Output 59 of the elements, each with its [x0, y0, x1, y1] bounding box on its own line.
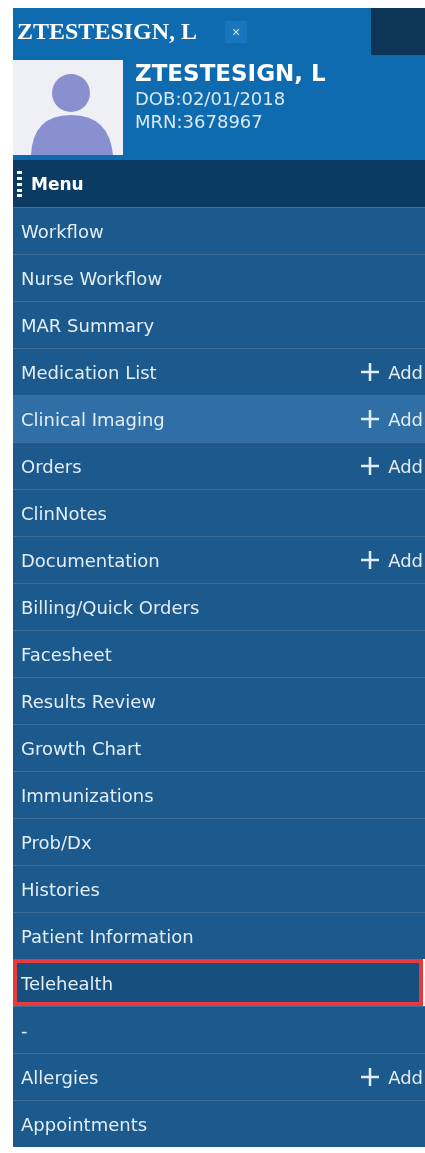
menu-item[interactable]: Orders Add	[13, 442, 425, 489]
plus-icon	[360, 550, 381, 570]
menu-item-label: Nurse Workflow	[21, 267, 163, 289]
menu-item-label: Documentation	[21, 549, 160, 571]
menu-item-label: Prob/Dx	[21, 831, 92, 853]
add-button[interactable]: Add	[360, 408, 425, 430]
patient-mrn: MRN:3678967	[135, 110, 264, 133]
add-button[interactable]: Add	[360, 361, 425, 383]
plus-icon	[360, 456, 381, 476]
avatar-icon	[13, 60, 123, 155]
menu-item-label: Results Review	[21, 690, 156, 712]
patient-dob: DOB:02/01/2018	[135, 87, 287, 110]
menu-item[interactable]: Nurse Workflow	[13, 254, 425, 301]
menu-item-label: Orders	[21, 455, 82, 477]
menu-item-label: Histories	[21, 878, 100, 900]
add-button[interactable]: Add	[360, 549, 425, 571]
plus-icon	[360, 409, 381, 429]
menu-item-label: -	[21, 1019, 28, 1041]
menu-item[interactable]: Appointments	[13, 1100, 425, 1147]
menu-item[interactable]: Prob/Dx	[13, 818, 425, 865]
patient-name: ZTESTESIGN, L	[135, 59, 326, 87]
menu-item-label: Telehealth	[21, 972, 114, 994]
tab-title: ZTESTESIGN, L	[17, 18, 198, 45]
grip-icon	[17, 170, 23, 197]
menu-item[interactable]: ClinNotes	[13, 489, 425, 536]
add-button[interactable]: Add	[360, 455, 425, 477]
menu-item[interactable]: Histories	[13, 865, 425, 912]
menu-item[interactable]: Immunizations	[13, 771, 425, 818]
menu-title: Menu	[31, 173, 84, 194]
menu-item[interactable]: Growth Chart	[13, 724, 425, 771]
menu-item-label: Patient Information	[21, 925, 194, 947]
menu-item[interactable]: Clinical Imaging Add	[13, 395, 425, 442]
menu-item-label: Medication List	[21, 361, 157, 383]
menu-item[interactable]: Workflow	[13, 207, 425, 254]
menu-item-label: Workflow	[21, 220, 104, 242]
add-button[interactable]: Add	[360, 1066, 425, 1088]
menu-item-label: Growth Chart	[21, 737, 142, 759]
close-button[interactable]: ×	[225, 20, 248, 43]
menu-item[interactable]: Billing/Quick Orders	[13, 583, 425, 630]
menu-item[interactable]: -	[13, 1006, 425, 1053]
plus-icon	[360, 362, 381, 382]
menu-item-label: ClinNotes	[21, 502, 107, 524]
menu-item[interactable]: Results Review	[13, 677, 425, 724]
patient-tab[interactable]: ZTESTESIGN, L ×	[13, 8, 371, 55]
plus-icon	[360, 1067, 381, 1087]
menu-item[interactable]: Telehealth	[13, 959, 423, 1006]
menu-item[interactable]: Documentation Add	[13, 536, 425, 583]
menu-item-label: Facesheet	[21, 643, 112, 665]
menu-item-label: Appointments	[21, 1113, 148, 1135]
menu-item[interactable]: Allergies Add	[13, 1053, 425, 1100]
menu-item-label: Clinical Imaging	[21, 408, 165, 430]
menu-item-label: Immunizations	[21, 784, 154, 806]
menu-item[interactable]: Facesheet	[13, 630, 425, 677]
menu-item-label: Allergies	[21, 1066, 99, 1088]
menu-item-label: MAR Summary	[21, 314, 155, 336]
menu-item[interactable]: Medication List Add	[13, 348, 425, 395]
menu-item[interactable]: Patient Information	[13, 912, 425, 959]
menu-item-label: Billing/Quick Orders	[21, 596, 200, 618]
menu-item[interactable]: MAR Summary	[13, 301, 425, 348]
